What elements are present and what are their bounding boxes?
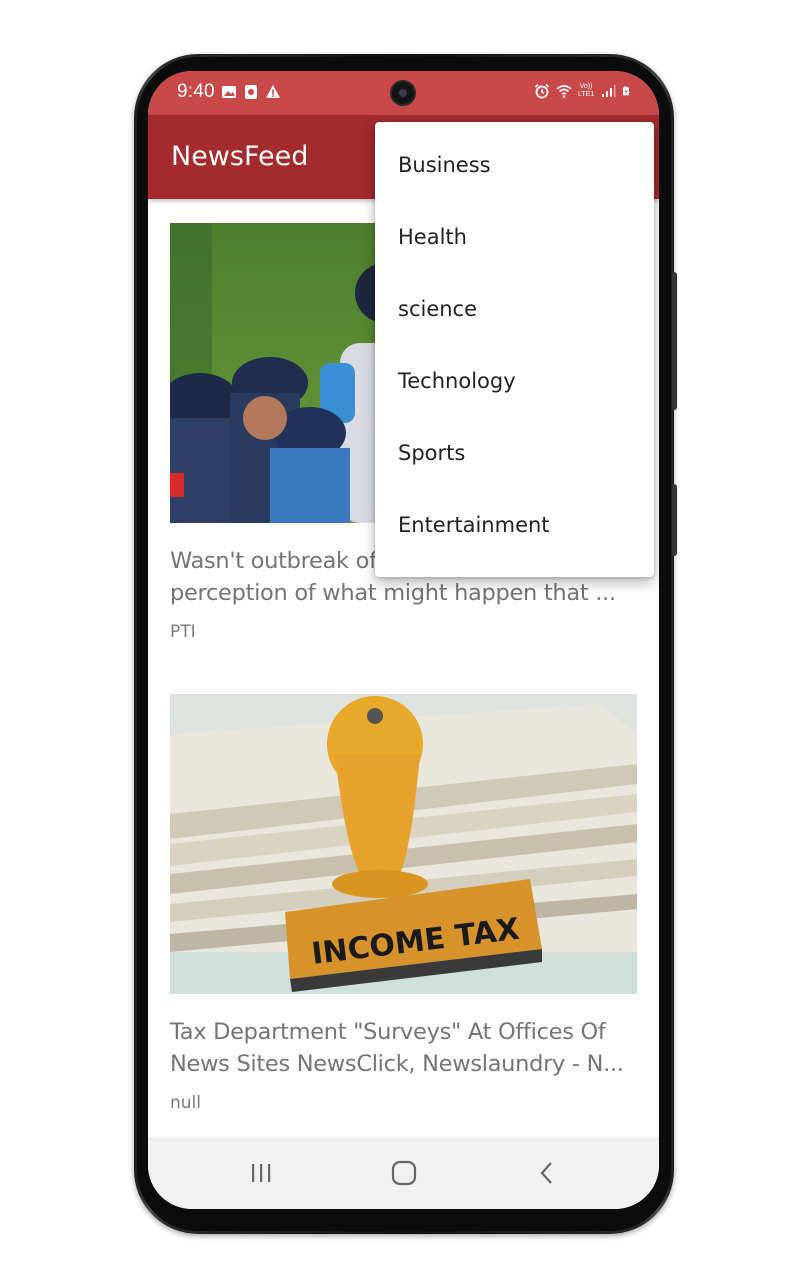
volume-button (672, 272, 677, 410)
alarm-icon (534, 83, 550, 99)
status-bar: 9:40 Vo)) LTE1 (148, 71, 659, 115)
back-icon (540, 1162, 552, 1184)
home-icon (391, 1160, 417, 1186)
menu-item-entertainment[interactable]: Entertainment (375, 489, 654, 561)
menu-item-label: Technology (398, 369, 516, 393)
article-source: PTI (170, 622, 196, 642)
menu-item-health[interactable]: Health (375, 201, 654, 273)
recents-button[interactable] (241, 1155, 281, 1191)
signal-icon (602, 85, 616, 97)
article-title-line: Tax Department "Surveys" At Offices Of (170, 1019, 606, 1045)
article-image[interactable]: INCOME TAX (170, 694, 637, 994)
menu-item-label: Health (398, 225, 467, 249)
status-right-icons: Vo)) LTE1 (534, 83, 632, 99)
wifi-icon (556, 85, 572, 98)
menu-item-technology[interactable]: Technology (375, 345, 654, 417)
recents-icon (252, 1164, 271, 1182)
article-title-line: News Sites NewsClick, Newslaundry - N... (170, 1051, 624, 1077)
income-tax-stamp-photo: INCOME TAX (170, 694, 637, 994)
menu-item-sports[interactable]: Sports (375, 417, 654, 489)
menu-item-label: Entertainment (398, 513, 550, 537)
power-button (672, 484, 677, 556)
article-source: null (170, 1093, 201, 1113)
category-menu: Business Health science Technology Sport… (375, 122, 654, 577)
menu-item-label: Business (398, 153, 491, 177)
menu-item-label: Sports (398, 441, 466, 465)
status-time: 9:40 (177, 81, 215, 102)
media-icon (245, 85, 257, 99)
news-card[interactable]: INCOME TAX Tax Department "Surveys" At O… (170, 694, 637, 1124)
battery-icon (623, 86, 629, 96)
menu-item-science[interactable]: science (375, 273, 654, 345)
article-title[interactable]: Tax Department "Surveys" At Offices Of N… (170, 1016, 637, 1080)
home-button[interactable] (384, 1155, 424, 1191)
menu-item-label: science (398, 297, 478, 321)
system-nav-bar (148, 1137, 659, 1209)
warning-icon (266, 85, 280, 98)
page-title: NewsFeed (171, 141, 309, 172)
phone-screen: 9:40 Vo)) LTE1 NewsFeed Wasn't outbreak … (148, 71, 659, 1209)
image-icon (222, 86, 236, 98)
status-left-icons (221, 84, 281, 100)
article-title-line: perception of what might happen that ... (170, 580, 616, 606)
back-button[interactable] (527, 1155, 567, 1191)
front-camera (390, 80, 416, 106)
volte-label: Vo)) LTE1 (578, 83, 595, 98)
menu-item-business[interactable]: Business (375, 129, 654, 201)
